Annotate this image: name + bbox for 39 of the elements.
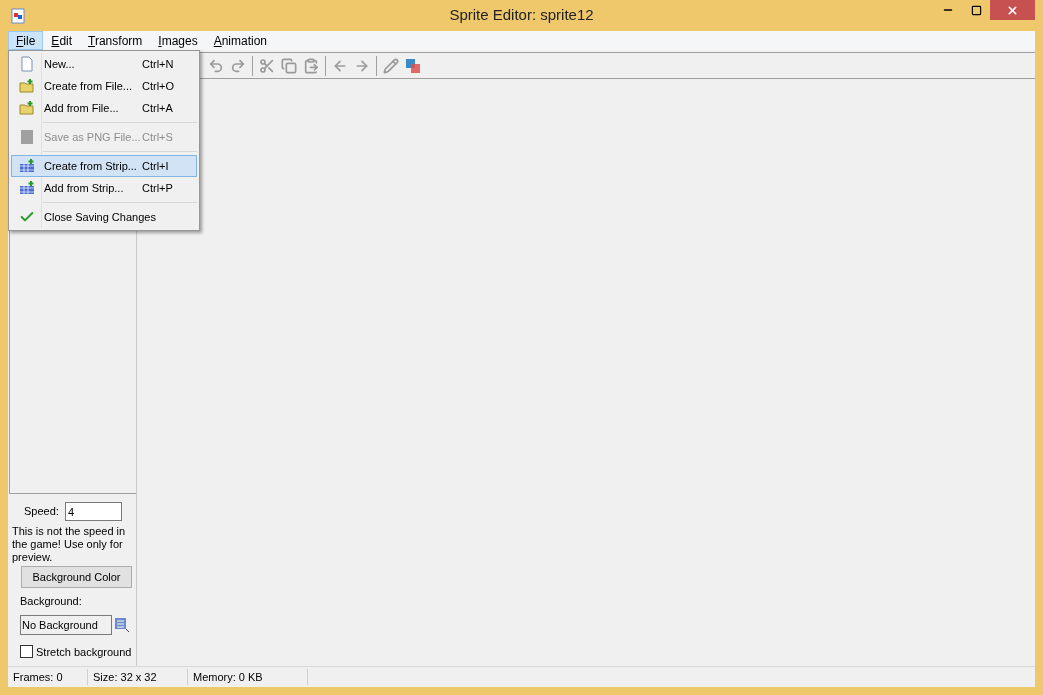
speed-label: Speed:: [24, 504, 59, 520]
menu-entry[interactable]: New... Ctrl+N: [11, 53, 197, 75]
background-label: Background:: [20, 594, 83, 609]
status-text: Memory: 0 KB: [188, 668, 308, 686]
film-strip-icon: [19, 158, 35, 174]
menu-item[interactable]: Animation: [205, 31, 276, 50]
status-text: Frames: 0: [8, 668, 88, 686]
paste-icon[interactable]: [303, 57, 319, 74]
speed-note: This is not the speed in the game! Use only for preview.: [12, 525, 127, 564]
background-field[interactable]: No Background: [20, 614, 112, 635]
checkbox[interactable]: [20, 645, 33, 659]
menu-entry[interactable]: Add from File... Ctrl+A: [11, 97, 197, 119]
menu-entry[interactable]: Create from Strip... Ctrl+I: [11, 155, 197, 177]
folder-icon: [19, 78, 35, 94]
stretch-label: Stretch background: [36, 644, 132, 660]
redo-icon[interactable]: [230, 57, 246, 74]
document-icon: [19, 56, 35, 72]
undo-icon[interactable]: [208, 57, 224, 74]
overlapping-squares-icon[interactable]: [405, 57, 421, 74]
menu-item[interactable]: Images: [150, 31, 206, 50]
maximize-icon: [970, 4, 982, 16]
menu-item[interactable]: Transform: [80, 31, 151, 50]
folder-icon: [19, 100, 35, 116]
menu-entry[interactable]: Add from Strip... Ctrl+P: [11, 177, 197, 199]
copy-icon[interactable]: [281, 57, 297, 74]
status-text: Size: 32 x 32: [88, 668, 188, 686]
background-color-button[interactable]: Background Color: [21, 566, 132, 588]
list-browse-icon[interactable]: [114, 616, 130, 633]
app-icon: [10, 7, 26, 24]
menu-entry[interactable]: Create from File... Ctrl+O: [11, 75, 197, 97]
speed-field[interactable]: 4: [64, 502, 122, 521]
close-icon: [1006, 3, 1019, 17]
menu-entry[interactable]: Close Saving Changes: [11, 206, 197, 228]
pencil-icon[interactable]: [383, 57, 399, 74]
window-title: Sprite Editor: sprite12: [449, 5, 594, 26]
film-strip-icon: [19, 180, 35, 196]
cut-icon[interactable]: [259, 57, 275, 74]
menu-item[interactable]: Edit: [43, 31, 81, 50]
menu-item[interactable]: File: [8, 31, 44, 50]
